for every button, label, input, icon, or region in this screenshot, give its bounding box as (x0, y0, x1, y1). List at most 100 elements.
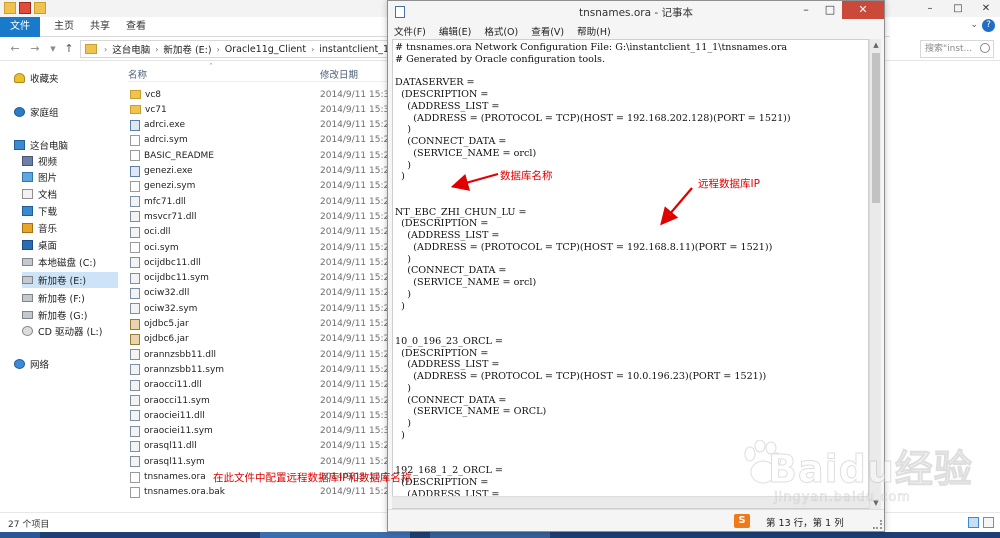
resize-grip-icon[interactable] (873, 520, 882, 529)
file-row[interactable]: ocijdbc11.dll 2014/9/11 15:27 (128, 255, 395, 270)
search-input[interactable]: 搜索"inst... (920, 40, 994, 58)
maximize-icon[interactable]: □ (944, 0, 972, 17)
file-row[interactable]: ocijdbc11.sym 2014/9/11 15:27 (128, 271, 395, 286)
file-row[interactable]: oraocci11.dll 2014/9/11 15:27 (128, 378, 395, 393)
breadcrumb-drive-e[interactable]: 新加卷 (E:) (161, 42, 213, 56)
menu-format[interactable]: 格式(O) (484, 24, 518, 38)
file-row[interactable]: orannzsbb11.sym 2014/9/11 15:27 (128, 362, 395, 377)
breadcrumb-separator[interactable]: › (152, 45, 161, 54)
breadcrumb-separator[interactable]: › (214, 45, 223, 54)
nav-drive-g[interactable]: 新加卷 (G:) (22, 307, 140, 323)
file-row[interactable]: tnsnames.ora.bak 2014/9/11 15:27 (128, 485, 395, 500)
column-header-date[interactable]: 修改日期 (320, 67, 358, 81)
address-bar[interactable]: › 这台电脑 › 新加卷 (E:) › Oracle11g_Client › i… (80, 40, 390, 58)
file-row[interactable]: msvcr71.dll 2014/9/11 15:27 (128, 209, 395, 224)
menu-file[interactable]: 文件(F) (394, 24, 426, 38)
nav-network[interactable]: 网络 (14, 356, 132, 372)
taskbar-button[interactable] (0, 532, 40, 538)
nav-homegroup[interactable]: 家庭组 (14, 104, 132, 120)
nav-drive-c[interactable]: 本地磁盘 (C:) (22, 254, 140, 270)
breadcrumb-oracle-client[interactable]: Oracle11g_Client (223, 44, 308, 55)
notepad-titlebar[interactable]: tnsnames.ora - 记事本 – □ ✕ (388, 1, 884, 23)
nav-desktop[interactable]: 桌面 (22, 237, 140, 253)
nav-pictures[interactable]: 图片 (22, 169, 140, 185)
cd-drive-icon (22, 326, 33, 336)
help-icon[interactable]: ? (982, 19, 995, 32)
menu-view[interactable]: 查看(V) (531, 24, 564, 38)
nav-drive-l[interactable]: CD 驱动器 (L:) (22, 323, 140, 339)
file-row[interactable]: oraociei11.sym 2014/9/11 15:36 (128, 424, 395, 439)
breadcrumb-this-pc[interactable]: 这台电脑 (110, 42, 152, 56)
breadcrumb-separator[interactable]: › (101, 45, 110, 54)
file-row[interactable]: ociw32.dll 2014/9/11 15:27 (128, 286, 395, 301)
minimize-icon[interactable]: – (916, 0, 944, 17)
text-line: 10_0_196_23_ORCL = (395, 335, 503, 347)
expand-ribbon-icon[interactable]: ⌄ (970, 20, 978, 30)
desktop-icon (22, 240, 33, 250)
maximize-icon[interactable]: □ (818, 1, 842, 19)
file-row[interactable]: adrci.sym 2014/9/11 15:27 (128, 133, 395, 148)
tab-home[interactable]: 主页 (44, 17, 84, 37)
taskbar-button[interactable] (260, 532, 410, 538)
file-name: adrci.sym (144, 135, 188, 146)
text-line: # tnsnames.ora Network Configuration Fil… (395, 42, 788, 53)
nav-music[interactable]: 音乐 (22, 220, 140, 236)
nav-videos[interactable]: 视频 (22, 153, 140, 169)
file-row[interactable]: genezi.sym 2014/9/11 15:27 (128, 179, 395, 194)
file-icon (130, 134, 140, 146)
file-name: msvcr71.dll (144, 211, 197, 222)
tab-file[interactable]: 文件 (0, 17, 40, 37)
back-arrow-icon[interactable]: ← (8, 42, 22, 56)
file-row[interactable]: orasql11.dll 2014/9/11 15:27 (128, 439, 395, 454)
file-row[interactable]: oraocci11.sym 2014/9/11 15:27 (128, 393, 395, 408)
column-header-name[interactable]: 名称 (128, 67, 147, 81)
file-row[interactable]: oci.dll 2014/9/11 15:27 (128, 225, 395, 240)
large-icons-view-icon[interactable] (983, 517, 994, 528)
menu-edit[interactable]: 编辑(E) (439, 24, 471, 38)
close-icon[interactable]: ✕ (972, 0, 1000, 17)
search-icon[interactable] (980, 43, 990, 53)
file-row[interactable]: orasql11.sym 2014/9/11 15:27 (128, 454, 395, 469)
breadcrumb-instantclient[interactable]: instantclient_11_1 (317, 44, 389, 55)
dll-file-icon (130, 364, 140, 376)
file-row[interactable]: oraociei11.dll 2014/9/11 15:35 (128, 408, 395, 423)
nav-downloads[interactable]: 下载 (22, 203, 140, 219)
breadcrumb-separator[interactable]: › (308, 45, 317, 54)
nav-label: 桌面 (38, 241, 58, 252)
new-folder-icon[interactable] (34, 2, 46, 14)
file-name: oraociei11.sym (144, 426, 213, 437)
recent-locations-icon[interactable]: ▼ (46, 42, 60, 56)
file-row[interactable]: ojdbc6.jar 2014/9/11 15:27 (128, 332, 395, 347)
nav-drive-e[interactable]: 新加卷 (E:) (22, 272, 118, 288)
properties-icon[interactable] (19, 2, 31, 14)
details-view-icon[interactable] (968, 517, 979, 528)
tab-view[interactable]: 查看 (116, 17, 156, 37)
folder-icon (85, 44, 97, 54)
forward-arrow-icon[interactable]: → (28, 42, 42, 56)
screen: – □ ✕ 文件 主页 共享 查看 ⌄ ? ← → ▼ ↑ › 这台电脑 › 新… (0, 0, 1000, 538)
tab-share[interactable]: 共享 (80, 17, 120, 37)
file-row[interactable]: vc71 2014/9/11 15:34 (128, 102, 395, 117)
file-row[interactable]: BASIC_README 2014/9/11 15:27 (128, 148, 395, 163)
nav-documents[interactable]: 文档 (22, 186, 140, 202)
nav-drive-f[interactable]: 新加卷 (F:) (22, 290, 140, 306)
taskbar-button[interactable] (430, 532, 550, 538)
file-row[interactable]: orannzsbb11.dll 2014/9/11 15:27 (128, 347, 395, 362)
file-row[interactable]: vc8 2014/9/11 15:34 (128, 87, 395, 102)
file-row[interactable]: ociw32.sym 2014/9/11 15:27 (128, 301, 395, 316)
file-row[interactable]: mfc71.dll 2014/9/11 15:26 (128, 194, 395, 209)
file-row[interactable]: adrci.exe 2014/9/11 15:27 (128, 118, 395, 133)
minimize-icon[interactable]: – (794, 1, 818, 19)
file-row[interactable]: ojdbc5.jar 2014/9/11 15:27 (128, 317, 395, 332)
file-date: 2014/9/11 15:27 (320, 166, 395, 176)
scrollbar-thumb[interactable] (872, 53, 880, 203)
up-arrow-icon[interactable]: ↑ (62, 42, 76, 56)
file-row[interactable]: oci.sym 2014/9/11 15:27 (128, 240, 395, 255)
scroll-up-icon[interactable]: ▲ (870, 39, 882, 51)
folder-icon[interactable] (4, 2, 16, 14)
file-row[interactable]: genezi.exe 2014/9/11 15:27 (128, 164, 395, 179)
nav-favorites[interactable]: 收藏夹 (14, 70, 132, 86)
nav-this-pc[interactable]: 这台电脑 (14, 137, 132, 153)
menu-help[interactable]: 帮助(H) (577, 24, 611, 38)
close-icon[interactable]: ✕ (842, 1, 884, 19)
